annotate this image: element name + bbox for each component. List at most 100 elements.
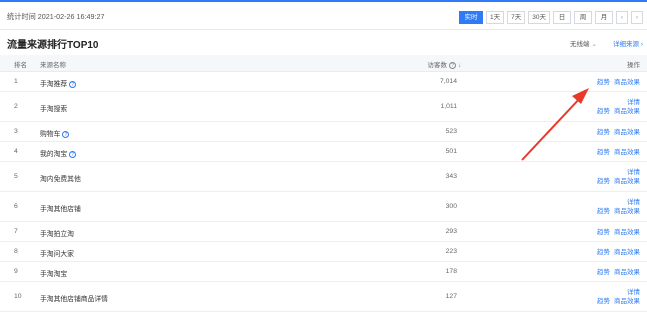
sort-desc-icon[interactable]: ↓ xyxy=(458,63,461,69)
header-source: 来源名称 xyxy=(40,62,66,69)
row-action-links: 趋势 商品效果 xyxy=(597,148,640,157)
row-action-links: 趋势 商品效果 xyxy=(597,297,640,306)
row-rank: 7 xyxy=(14,228,18,235)
help-icon[interactable]: ? xyxy=(62,130,70,138)
row-actions: 详情 趋势 商品效果 xyxy=(597,168,640,186)
row-rank: 10 xyxy=(14,293,22,300)
row-rank: 2 xyxy=(14,103,18,110)
row-rank: 6 xyxy=(14,203,18,210)
detail-source-label: 详细来源 xyxy=(613,41,640,48)
row-rank: 5 xyxy=(14,173,18,180)
help-icon[interactable]: ? xyxy=(69,150,77,158)
row-rank: 8 xyxy=(14,248,18,255)
chevron-right-small-icon: › xyxy=(640,41,643,48)
row-actions: 趋势 商品效果 xyxy=(597,268,640,277)
trend-link[interactable]: 趋势 xyxy=(597,208,610,215)
row-source-label: 手淘其他店铺 xyxy=(40,206,81,213)
table-row: 4 我的淘宝? 501 趋势 商品效果 xyxy=(0,142,647,162)
table-body: 1 手淘推荐? 7,014 趋势 商品效果 2 手淘搜索 1,011 详情 趋势 商品效果 3 购物车?… xyxy=(0,72,647,312)
table-row: 8 手淘问大家 223 趋势 商品效果 xyxy=(0,242,647,262)
chevron-down-icon: ⌄ xyxy=(591,41,597,48)
row-actions: 详情 趋势 商品效果 xyxy=(597,288,640,306)
period-1day-button[interactable]: 1天 xyxy=(486,11,505,24)
table-row: 1 手淘推荐? 7,014 趋势 商品效果 xyxy=(0,72,647,92)
help-icon[interactable]: ? xyxy=(449,61,456,69)
trend-link[interactable]: 趋势 xyxy=(597,129,610,136)
detail-source-link[interactable]: 详细来源 › xyxy=(613,38,643,48)
top-bar: 统计时间 2021-02-26 16:49:27 实时 1天 7天 30天 日 … xyxy=(0,0,647,30)
row-source: 我的淘宝? xyxy=(40,148,77,158)
period-day-button[interactable]: 日 xyxy=(553,11,571,24)
row-source-label: 手淘问大家 xyxy=(40,251,74,258)
trend-link[interactable]: 趋势 xyxy=(597,79,610,86)
trend-link[interactable]: 趋势 xyxy=(597,149,610,156)
row-rank: 4 xyxy=(14,148,18,155)
row-visitors: 293 xyxy=(445,228,457,235)
row-actions: 趋势 商品效果 xyxy=(597,78,640,87)
row-source: 手淘其他店铺 xyxy=(40,203,81,213)
row-source-label: 我的淘宝 xyxy=(40,151,68,158)
chevron-left-icon[interactable]: ‹ xyxy=(616,11,628,24)
row-rank: 9 xyxy=(14,268,18,275)
product-effect-link[interactable]: 商品效果 xyxy=(614,129,640,136)
row-action-links: 趋势 商品效果 xyxy=(597,177,640,186)
row-actions: 详情 趋势 商品效果 xyxy=(597,98,640,116)
row-action-links: 趋势 商品效果 xyxy=(597,228,640,237)
row-source: 手淘其他店铺商品详情 xyxy=(40,293,108,303)
row-source: 手淘拍立淘 xyxy=(40,228,74,238)
product-effect-link[interactable]: 商品效果 xyxy=(614,249,640,256)
table-row: 2 手淘搜索 1,011 详情 趋势 商品效果 xyxy=(0,92,647,122)
header-visitors[interactable]: 访客数? ↓ xyxy=(427,59,461,69)
row-action-links: 趋势 商品效果 xyxy=(597,207,640,216)
period-week-button[interactable]: 周 xyxy=(574,11,592,24)
product-effect-link[interactable]: 商品效果 xyxy=(614,269,640,276)
detail-link[interactable]: 详情 xyxy=(597,198,640,207)
table-row: 3 购物车? 523 趋势 商品效果 xyxy=(0,122,647,142)
table-row: 9 手淘淘宝 178 趋势 商品效果 xyxy=(0,262,647,282)
row-source-label: 购物车 xyxy=(40,131,61,138)
table-row: 6 手淘其他店铺 300 详情 趋势 商品效果 xyxy=(0,192,647,222)
chevron-right-icon[interactable]: › xyxy=(631,11,643,24)
detail-link[interactable]: 详情 xyxy=(597,168,640,177)
section-title: 流量来源排行TOP10 xyxy=(7,40,99,51)
product-effect-link[interactable]: 商品效果 xyxy=(614,229,640,236)
period-30day-button[interactable]: 30天 xyxy=(528,11,550,24)
trend-link[interactable]: 趋势 xyxy=(597,298,610,305)
row-source-label: 手淘推荐 xyxy=(40,81,68,88)
row-visitors: 501 xyxy=(445,148,457,155)
help-icon[interactable]: ? xyxy=(69,80,77,88)
row-rank: 3 xyxy=(14,128,18,135)
product-effect-link[interactable]: 商品效果 xyxy=(614,149,640,156)
header-visitors-label: 访客数 xyxy=(427,62,448,69)
detail-link[interactable]: 详情 xyxy=(597,98,640,107)
trend-link[interactable]: 趋势 xyxy=(597,108,610,115)
row-actions: 详情 趋势 商品效果 xyxy=(597,198,640,216)
row-visitors: 7,014 xyxy=(439,78,457,85)
row-action-links: 趋势 商品效果 xyxy=(597,78,640,87)
row-source-label: 手淘淘宝 xyxy=(40,271,68,278)
product-effect-link[interactable]: 商品效果 xyxy=(614,298,640,305)
detail-link[interactable]: 详情 xyxy=(597,288,640,297)
period-month-button[interactable]: 月 xyxy=(595,11,613,24)
trend-link[interactable]: 趋势 xyxy=(597,269,610,276)
product-effect-link[interactable]: 商品效果 xyxy=(614,79,640,86)
row-source: 手淘推荐? xyxy=(40,78,77,88)
row-source: 购物车? xyxy=(40,128,70,138)
product-effect-link[interactable]: 商品效果 xyxy=(614,208,640,215)
product-effect-link[interactable]: 商品效果 xyxy=(614,108,640,115)
trend-link[interactable]: 趋势 xyxy=(597,178,610,185)
product-effect-link[interactable]: 商品效果 xyxy=(614,178,640,185)
row-action-links: 趋势 商品效果 xyxy=(597,107,640,116)
row-visitors: 127 xyxy=(445,293,457,300)
period-7day-button[interactable]: 7天 xyxy=(507,11,526,24)
row-action-links: 趋势 商品效果 xyxy=(597,268,640,277)
row-actions: 趋势 商品效果 xyxy=(597,248,640,257)
row-visitors: 523 xyxy=(445,128,457,135)
stat-time: 统计时间 2021-02-26 16:49:27 xyxy=(7,12,105,21)
trend-link[interactable]: 趋势 xyxy=(597,229,610,236)
period-realtime-button[interactable]: 实时 xyxy=(459,11,484,24)
section-header: 流量来源排行TOP10 无线端 ⌄ 详细来源 › xyxy=(0,33,647,51)
row-source-label: 淘内免费其他 xyxy=(40,176,81,183)
device-select[interactable]: 无线端 ⌄ xyxy=(570,38,597,48)
trend-link[interactable]: 趋势 xyxy=(597,249,610,256)
